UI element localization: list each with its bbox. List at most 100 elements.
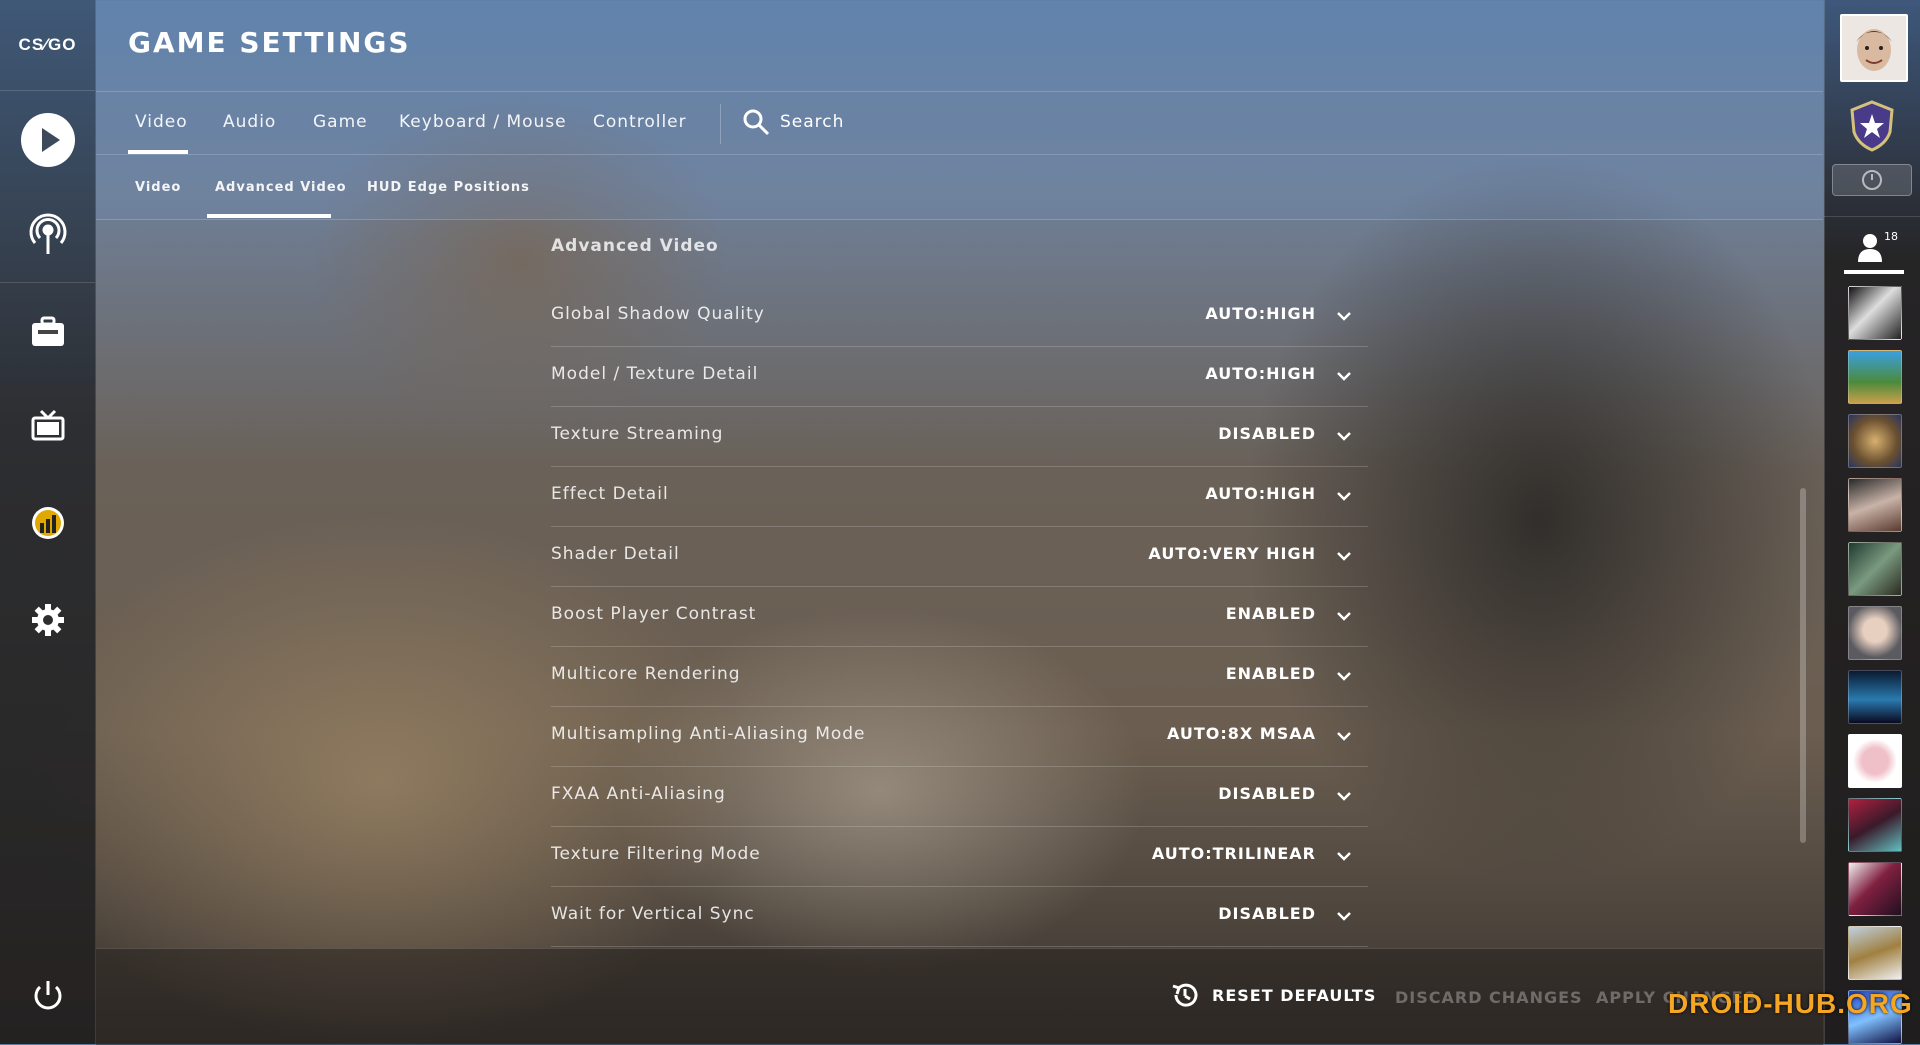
subtab-video[interactable]: Video — [135, 180, 181, 195]
settings-button[interactable] — [0, 580, 95, 660]
chevron-down-icon[interactable] — [1336, 908, 1352, 924]
subtabs-divider — [96, 219, 1823, 220]
setting-dropdown-value[interactable]: AUTO:TRILINEAR — [1152, 844, 1316, 863]
chevron-down-icon[interactable] — [1336, 368, 1352, 384]
friends-button[interactable]: 18 — [1844, 226, 1904, 274]
friend-avatar[interactable] — [1848, 350, 1902, 404]
friend-avatar[interactable] — [1848, 670, 1902, 724]
friend-avatar[interactable] — [1848, 286, 1902, 340]
discard-changes-button[interactable]: DISCARD CHANGES — [1395, 988, 1583, 1007]
stats-button[interactable] — [0, 483, 95, 563]
setting-label: Multisampling Anti-Aliasing Mode — [551, 724, 866, 744]
setting-row[interactable]: Boost Player Contrast ENABLED — [551, 586, 1368, 647]
setting-label: Texture Streaming — [551, 424, 724, 444]
setting-dropdown-value[interactable]: ENABLED — [1226, 664, 1316, 683]
friends-count: 18 — [1884, 230, 1898, 243]
friend-avatar[interactable] — [1848, 862, 1902, 916]
chevron-down-icon[interactable] — [1336, 428, 1352, 444]
broadcast-icon — [29, 213, 66, 254]
setting-dropdown-value[interactable]: AUTO:HIGH — [1205, 364, 1316, 383]
setting-dropdown-value[interactable]: AUTO:HIGH — [1205, 484, 1316, 503]
power-button[interactable] — [0, 956, 95, 1036]
stats-icon — [31, 507, 64, 539]
rank-shield-icon — [1850, 100, 1894, 152]
setting-label: Texture Filtering Mode — [551, 844, 761, 864]
xp-status-button[interactable] — [1832, 164, 1912, 196]
search-button[interactable]: Search — [742, 108, 844, 136]
subtab-active-underline — [207, 214, 331, 218]
search-label: Search — [780, 112, 845, 132]
setting-label: Wait for Vertical Sync — [551, 904, 755, 924]
tabs-divider — [96, 154, 1823, 155]
friends-tab-underline — [1844, 270, 1904, 274]
tab-keyboard-mouse[interactable]: Keyboard / Mouse — [399, 112, 567, 132]
friends-person-icon — [1858, 234, 1882, 262]
friend-avatar[interactable] — [1848, 798, 1902, 852]
left-navigation: CS⁄GO — [0, 0, 96, 1044]
friend-avatar[interactable] — [1848, 478, 1902, 532]
gear-icon — [31, 604, 64, 636]
setting-label: FXAA Anti-Aliasing — [551, 784, 726, 804]
tab-controller[interactable]: Controller — [593, 112, 687, 132]
setting-dropdown-value[interactable]: DISABLED — [1218, 904, 1316, 923]
reset-defaults-label: RESET DEFAULTS — [1212, 985, 1377, 1005]
setting-row[interactable]: Shader Detail AUTO:VERY HIGH — [551, 526, 1368, 587]
friend-avatar[interactable] — [1848, 926, 1902, 980]
tab-game[interactable]: Game — [313, 112, 368, 132]
tab-video[interactable]: Video — [135, 112, 188, 132]
setting-row[interactable]: Texture Streaming DISABLED — [551, 406, 1368, 467]
setting-row[interactable]: Effect Detail AUTO:HIGH — [551, 466, 1368, 527]
watch-button[interactable] — [0, 386, 95, 466]
subtab-hud-edge-positions[interactable]: HUD Edge Positions — [367, 180, 530, 195]
chevron-down-icon[interactable] — [1336, 848, 1352, 864]
setting-row[interactable]: Multicore Rendering ENABLED — [551, 646, 1368, 707]
chevron-down-icon[interactable] — [1336, 488, 1352, 504]
chevron-down-icon[interactable] — [1336, 548, 1352, 564]
chevron-down-icon[interactable] — [1336, 308, 1352, 324]
tab-audio[interactable]: Audio — [223, 112, 276, 132]
chevron-down-icon[interactable] — [1336, 788, 1352, 804]
chevron-down-icon[interactable] — [1336, 668, 1352, 684]
search-icon — [743, 109, 770, 136]
setting-label: Shader Detail — [551, 544, 680, 564]
setting-label: Global Shadow Quality — [551, 304, 765, 324]
reset-history-icon — [1172, 983, 1198, 1007]
section-title: Advanced Video — [551, 236, 719, 256]
setting-row[interactable]: FXAA Anti-Aliasing DISABLED — [551, 766, 1368, 827]
tab-separator — [720, 104, 721, 144]
nav-divider — [0, 282, 95, 283]
setting-dropdown-value[interactable]: DISABLED — [1218, 784, 1316, 803]
setting-dropdown-value[interactable]: ENABLED — [1226, 604, 1316, 623]
rank-badge[interactable] — [1848, 100, 1896, 152]
power-icon — [34, 981, 61, 1010]
friend-avatar[interactable] — [1848, 606, 1902, 660]
broadcast-button[interactable] — [0, 194, 95, 274]
inventory-button[interactable] — [0, 292, 95, 372]
play-icon — [20, 113, 75, 167]
chevron-down-icon[interactable] — [1336, 608, 1352, 624]
csgo-logo[interactable]: CS⁄GO — [0, 0, 95, 91]
reset-defaults-button[interactable]: RESET DEFAULTS — [1170, 980, 1376, 1010]
setting-dropdown-value[interactable]: AUTO:8X MSAA — [1167, 724, 1316, 743]
setting-row[interactable]: Global Shadow Quality AUTO:HIGH — [551, 286, 1368, 347]
setting-row[interactable]: Model / Texture Detail AUTO:HIGH — [551, 346, 1368, 407]
chevron-down-icon[interactable] — [1336, 728, 1352, 744]
player-avatar[interactable] — [1840, 14, 1908, 82]
setting-row[interactable]: Multisampling Anti-Aliasing Mode AUTO:8X … — [551, 706, 1368, 767]
setting-dropdown-value[interactable]: AUTO:HIGH — [1205, 304, 1316, 323]
subtab-advanced-video[interactable]: Advanced Video — [215, 180, 347, 195]
page-title: GAME SETTINGS — [128, 26, 411, 59]
setting-dropdown-value[interactable]: DISABLED — [1218, 424, 1316, 443]
setting-dropdown-value[interactable]: AUTO:VERY HIGH — [1148, 544, 1316, 563]
setting-label: Model / Texture Detail — [551, 364, 759, 384]
watermark: DROID-HUB.ORG — [1668, 988, 1913, 1019]
friend-avatar[interactable] — [1848, 542, 1902, 596]
play-button[interactable] — [0, 100, 95, 180]
friend-avatar[interactable] — [1848, 734, 1902, 788]
setting-row[interactable]: Wait for Vertical Sync DISABLED — [551, 886, 1368, 947]
scrollbar[interactable] — [1800, 488, 1806, 843]
clock-icon — [1862, 170, 1882, 190]
setting-row[interactable]: Texture Filtering Mode AUTO:TRILINEAR — [551, 826, 1368, 887]
setting-label: Multicore Rendering — [551, 664, 741, 684]
friend-avatar[interactable] — [1848, 414, 1902, 468]
